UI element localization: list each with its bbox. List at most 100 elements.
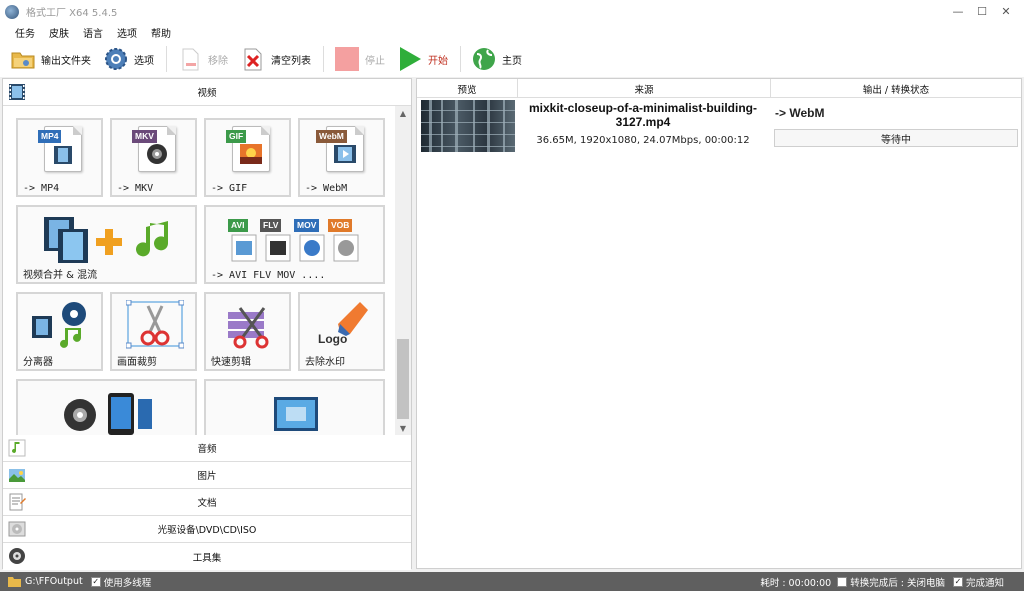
output-folder-button[interactable]: 输出文件夹 <box>10 44 91 74</box>
tile-splitter[interactable]: 分离器 <box>16 292 103 371</box>
remove-button[interactable]: 移除 <box>177 44 228 74</box>
tile-quick-cut-label: 快速剪辑 <box>211 357 251 368</box>
table-row[interactable]: mixkit-closeup-of-a-minimalist-building-… <box>417 98 1021 154</box>
remove-doc-icon <box>177 46 203 72</box>
section-audio[interactable]: 音频 <box>3 435 411 462</box>
folder-icon <box>8 576 21 587</box>
multi-format-icons <box>230 233 370 266</box>
menu-skin[interactable]: 皮肤 <box>42 25 76 40</box>
close-button[interactable]: ✕ <box>994 3 1018 19</box>
crop-scissors-icon <box>125 299 185 353</box>
source-details: 36.65M, 1920x1080, 24.07Mbps, 00:00:12 <box>536 135 750 146</box>
clear-list-icon <box>240 46 266 72</box>
menu-bar: 任务 皮肤 语言 选项 帮助 <box>0 23 1024 41</box>
section-disc-label: 光驱设备\DVD\CD\ISO <box>157 525 257 536</box>
menu-help[interactable]: 帮助 <box>144 25 178 40</box>
section-audio-label: 音频 <box>197 444 217 455</box>
start-button[interactable]: 开始 <box>397 44 448 74</box>
section-image[interactable]: 图片 <box>3 462 411 489</box>
section-document[interactable]: 文档 <box>3 489 411 516</box>
film-icon <box>8 83 26 101</box>
elapsed-time: 耗时 : 00:00:00 <box>760 577 832 589</box>
tile-to-mp4[interactable]: MP4 -> MP4 <box>16 118 103 197</box>
section-video-label: 视频 <box>197 88 217 99</box>
notify-checkbox[interactable]: ✓ <box>952 576 963 587</box>
task-list-panel: 预览 来源 输出 / 转换状态 mixkit-closeup-of-a-mini… <box>416 78 1022 569</box>
mov-badge: MOV <box>294 219 320 232</box>
quick-cut-icon <box>220 300 278 353</box>
tile-to-webm[interactable]: WebM -> WebM <box>298 118 385 197</box>
eraser-icon <box>336 300 370 343</box>
tile-remove-watermark-label: 去除水印 <box>305 357 345 368</box>
tile-to-multi[interactable]: AVI FLV MOV VOB -> AVI FLV MOV .... <box>204 205 385 284</box>
output-folder-label: 输出文件夹 <box>41 55 91 67</box>
tile-to-mkv[interactable]: MKV -> MKV <box>110 118 197 197</box>
toolbar-divider <box>323 46 324 72</box>
mobile-device-icon <box>62 391 154 435</box>
tile-crop-label: 画面裁剪 <box>117 357 157 368</box>
folder-icon <box>10 46 36 72</box>
scroll-up-arrow-icon[interactable]: ▲ <box>395 106 411 120</box>
mp4-badge: MP4 <box>38 130 62 143</box>
window-controls: — ☐ ✕ <box>946 3 1018 19</box>
splitter-icon <box>32 300 92 353</box>
shutdown-checkbox[interactable] <box>837 576 848 587</box>
app-icon <box>5 4 19 19</box>
menu-language[interactable]: 语言 <box>76 25 110 40</box>
window-title: 格式工厂 X64 5.4.5 <box>26 8 118 19</box>
multithread-checkbox[interactable]: ✓ <box>90 576 101 587</box>
home-button[interactable]: 主页 <box>471 44 522 74</box>
flv-badge: FLV <box>260 219 282 232</box>
tile-remove-watermark[interactable]: Logo 去除水印 <box>298 292 385 371</box>
toolbox-icon <box>8 547 26 565</box>
tools-scrollbar[interactable]: ▲ ▼ <box>395 106 411 435</box>
section-toolbox-label: 工具集 <box>192 552 222 564</box>
minimize-button[interactable]: — <box>946 3 970 19</box>
section-video[interactable]: 视频 <box>3 79 411 106</box>
menu-options[interactable]: 选项 <box>110 25 144 40</box>
toolbar-divider <box>166 46 167 72</box>
header-preview[interactable]: 预览 <box>417 79 518 98</box>
tile-video-merge-label: 视频合并 & 混流 <box>23 270 98 281</box>
status-bar: G:\FFOutput ✓ 使用多线程 耗时 : 00:00:00 转换完成后 … <box>0 572 1024 591</box>
tile-crop[interactable]: 画面裁剪 <box>110 292 197 371</box>
header-output-status[interactable]: 输出 / 转换状态 <box>771 79 1021 98</box>
video-tools-grid: MP4 -> MP4 MKV -> MKV GIF -> GIF WebM ->… <box>3 106 395 435</box>
start-label: 开始 <box>428 55 448 67</box>
webm-badge: WebM <box>316 130 347 143</box>
output-path[interactable]: G:\FFOutput <box>25 576 83 587</box>
section-image-label: 图片 <box>197 471 217 482</box>
menu-task[interactable]: 任务 <box>8 25 42 40</box>
scroll-thumb[interactable] <box>397 339 409 419</box>
mkv-badge: MKV <box>132 130 157 143</box>
tile-video-merge[interactable]: 视频合并 & 混流 <box>16 205 197 284</box>
header-source[interactable]: 来源 <box>518 79 771 98</box>
status-bar-right: 耗时 : 00:00:00 转换完成后 : 关闭电脑 ✓ 完成通知 <box>760 572 1004 591</box>
tile-to-gif[interactable]: GIF -> GIF <box>204 118 291 197</box>
options-button[interactable]: 选项 <box>103 44 154 74</box>
tile-splitter-label: 分离器 <box>23 357 53 368</box>
disc-drive-icon <box>8 520 26 538</box>
gif-badge: GIF <box>226 130 247 143</box>
screen-icon <box>272 395 320 435</box>
stop-icon <box>334 46 360 72</box>
tile-screen-record[interactable] <box>204 379 385 435</box>
tile-mobile[interactable] <box>16 379 197 435</box>
tile-quick-cut[interactable]: 快速剪辑 <box>204 292 291 371</box>
remove-label: 移除 <box>208 55 228 67</box>
music-note-icon <box>132 217 178 266</box>
scroll-down-arrow-icon[interactable]: ▼ <box>395 421 411 435</box>
section-document-label: 文档 <box>197 498 217 509</box>
notify-label: 完成通知 <box>965 577 1004 589</box>
clear-list-button[interactable]: 清空列表 <box>240 44 311 74</box>
section-disc[interactable]: 光驱设备\DVD\CD\ISO <box>3 516 411 543</box>
options-label: 选项 <box>134 55 154 67</box>
stop-button[interactable]: 停止 <box>334 44 385 74</box>
maximize-button[interactable]: ☐ <box>970 3 994 19</box>
vob-badge: VOB <box>328 219 353 232</box>
after-done-label: 转换完成后 : 关闭电脑 <box>850 577 945 589</box>
plus-icon <box>96 229 122 258</box>
toolbar: 输出文件夹 选项 移除 清空列表 停止 开始 主页 <box>0 41 1024 77</box>
home-label: 主页 <box>502 55 522 67</box>
section-toolbox[interactable]: 工具集 <box>3 543 411 570</box>
